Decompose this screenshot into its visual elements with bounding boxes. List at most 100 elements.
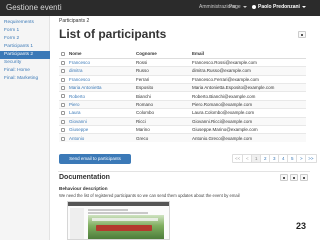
participant-first-name[interactable]: Giovanni [67,116,134,126]
row-select-cell [59,124,67,134]
table-row: Francesco Ferrari Francesco.Ferrari@exampl… [59,74,306,84]
participant-last-name: Esposito [134,83,190,92]
pagination-page-1[interactable]: 1 [252,154,262,163]
table-row: Laura Colombo Laura.Colombo@example.com [59,108,306,118]
pagination-page-4[interactable]: 4 [279,154,289,163]
participant-first-name[interactable]: Maria Antonietta [67,83,134,92]
participant-first-name[interactable]: dimitra [67,66,134,76]
table-row: Maria Antonietta Esposito Maria Antonietta… [59,83,306,92]
preview-photo [88,215,164,239]
participant-first-name[interactable]: Antonio [67,133,134,143]
select-all-header [59,50,67,59]
page-title: List of participants [59,27,167,41]
nav-page-label: Page [229,4,241,10]
participant-last-name: Russo [134,66,190,76]
column-header-nome[interactable]: Nome [67,50,134,59]
participant-email: Maria Antonietta.Esposito@example.com [190,83,306,92]
pagination-last[interactable]: >> [306,154,317,163]
breadcrumb: Participants 2 [59,18,90,24]
row-checkbox[interactable] [61,60,65,65]
table-row: Antonio Greco Antonio.Greco@example.com [59,133,306,143]
checkbox-icon[interactable] [61,52,65,57]
app-brand[interactable]: Gestione eventi [6,3,62,12]
sidebar-item-participants-2[interactable]: Participants 2 [0,51,50,59]
table-row: Giovanni Ricci Giovanni.Ricci@example.com [59,116,306,126]
participant-first-name[interactable]: Roberto [67,91,134,101]
sidebar-item-form-1[interactable]: Form 1 [0,27,50,35]
pagination-page-2[interactable]: 2 [261,154,271,163]
table-row: Roberto Bianchi Roberto.Bianchi@example.co… [59,91,306,101]
participant-email: Antonio.Greco@example.com [190,133,306,143]
row-checkbox[interactable] [61,111,65,116]
pagination-page-3[interactable]: 3 [270,154,280,163]
participant-email: Roberto.Bianchi@example.com [190,91,306,101]
copy-button[interactable] [300,174,308,181]
send-email-button[interactable]: Send email to participants [59,154,131,164]
sidebar: Requirements Form 1 Form 2 Participants … [0,16,50,240]
row-checkbox[interactable] [61,69,65,74]
table-header-row: Nome Cognome Email [59,50,306,59]
row-select-cell [59,91,67,101]
preview-text-line [88,209,128,211]
participant-first-name[interactable]: Francesco [67,57,134,67]
participant-email: Laura.Colombo@example.com [190,108,306,118]
participant-email: Francesco.Ferrari@example.com [190,74,306,84]
participant-first-name[interactable]: Giuseppe [67,124,134,134]
participant-last-name: Ricci [134,116,190,126]
nav-page-menu[interactable]: Page [229,4,247,10]
row-checkbox[interactable] [61,77,65,82]
participant-first-name[interactable]: Laura [67,108,134,118]
row-checkbox[interactable] [61,86,65,91]
documentation-title: Documentation [59,174,110,181]
sidebar-item-requirements[interactable]: Requirements [0,19,50,27]
table-row: Piero Romano Piero.Romano@example.com [59,99,306,109]
row-select-cell [59,66,67,76]
preview-topbar [68,202,169,206]
participant-last-name: Rossi [134,57,190,67]
row-checkbox[interactable] [61,128,65,133]
preview-text-line [88,212,148,214]
row-checkbox[interactable] [61,102,65,107]
preview-sidebar [70,208,84,239]
pagination-page-5[interactable]: 5 [288,154,298,163]
behaviour-description-heading: Behaviour description [59,186,108,191]
participant-last-name: Bianchi [134,91,190,101]
edit-doc-button[interactable] [280,174,288,181]
participant-first-name[interactable]: Piero [67,99,134,109]
sidebar-item-form-2[interactable]: Form 2 [0,35,50,43]
behaviour-description-text: We need the list of registered participa… [59,193,240,198]
page-preview-image [67,201,170,240]
column-header-email[interactable]: Email [190,50,306,59]
participant-last-name: Greco [134,133,190,143]
row-select-cell [59,108,67,118]
participant-last-name: Romano [134,99,190,109]
row-checkbox[interactable] [61,136,65,141]
chevron-down-icon [301,5,306,8]
row-select-cell [59,116,67,126]
nav-user-menu[interactable]: Paolo Predonzani [252,4,306,10]
row-select-cell [59,99,67,109]
chevron-down-icon [242,5,247,8]
sidebar-item-security[interactable]: Security [0,59,50,67]
participant-first-name[interactable]: Francesco [67,74,134,84]
pagination-next[interactable]: > [297,154,307,163]
participant-email: Piero.Romano@example.com [190,99,306,109]
sidebar-item-final-home[interactable]: Final: Home [0,67,50,75]
user-icon [252,4,256,9]
table-row: dimitra Russo dimitra.Russo@example.com [59,66,306,76]
sidebar-item-final-marketing[interactable]: Final: Marketing [0,75,50,83]
slide-page-number: 23 [296,221,307,231]
table-row: Francesco Rossi Francesco.Rossi@example.co… [59,57,306,67]
column-header-cognome[interactable]: Cognome [134,50,190,59]
edit-button[interactable] [298,31,306,38]
pagination-first[interactable]: << [232,154,244,163]
row-select-cell [59,133,67,143]
row-checkbox[interactable] [61,119,65,124]
sidebar-item-participants-1[interactable]: Participants 1 [0,43,50,51]
pagination-prev[interactable]: < [243,154,253,163]
row-select-cell [59,83,67,92]
participants-table: Nome Cognome Email Francesco Rossi Frances… [59,50,306,143]
section-divider [58,171,310,172]
row-checkbox[interactable] [61,94,65,99]
settings-button[interactable] [290,174,298,181]
